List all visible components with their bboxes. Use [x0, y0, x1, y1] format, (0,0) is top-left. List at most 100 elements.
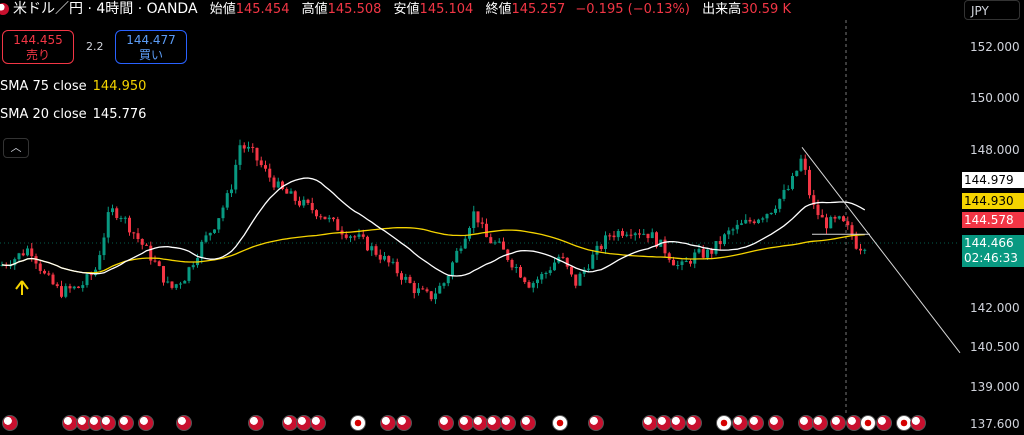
price-chart[interactable]	[0, 0, 1024, 435]
collapse-legend-button[interactable]: ︿	[3, 138, 29, 158]
candle-body	[514, 267, 518, 269]
candle-body	[650, 232, 654, 239]
candle-body	[599, 245, 603, 250]
us-event-flag-icon[interactable]	[310, 415, 326, 431]
candle-body	[480, 222, 484, 224]
us-event-flag-icon[interactable]	[670, 415, 686, 431]
candle-body	[170, 281, 174, 288]
candle-body	[701, 249, 705, 258]
symbol-title[interactable]: 米ドル／円 · 4時間 · OANDA	[13, 1, 198, 17]
candle-body	[710, 249, 714, 254]
candle-body	[718, 241, 722, 245]
candle-body	[174, 284, 178, 288]
us-event-flag-icon[interactable]	[2, 415, 18, 431]
candle-body	[536, 279, 539, 284]
candle-body	[204, 235, 208, 242]
candle-body	[680, 261, 684, 265]
candle-body	[208, 232, 212, 236]
us-event-flag-icon[interactable]	[812, 415, 828, 431]
candle-body	[264, 165, 267, 169]
candle-body	[846, 221, 850, 226]
candle-body	[629, 234, 633, 236]
us-event-flag-icon[interactable]	[732, 415, 748, 431]
jp-event-flag-icon[interactable]	[350, 415, 366, 431]
price-tick: 148.000	[970, 143, 1020, 157]
candle-body	[64, 286, 68, 297]
candle-body	[187, 267, 191, 281]
candle-body	[740, 223, 743, 225]
sma20-legend[interactable]: SMA 20 close 145.776	[0, 107, 146, 122]
us-event-flag-icon[interactable]	[768, 415, 784, 431]
volume-label: 出来高	[702, 2, 742, 17]
us-event-flag-icon[interactable]	[396, 415, 412, 431]
us-event-flag-icon[interactable]	[588, 415, 604, 431]
jp-event-flag-icon[interactable]	[552, 415, 568, 431]
open-label: 始値	[209, 2, 236, 17]
candle-body	[383, 256, 386, 260]
us-event-flag-icon[interactable]	[748, 415, 764, 431]
sma75-legend[interactable]: SMA 75 close 144.950	[0, 79, 146, 94]
last-price-tag: 144.466 02:46:33	[962, 235, 1024, 267]
candle-body	[234, 164, 238, 190]
buy-button[interactable]: 144.477 買い	[115, 30, 187, 64]
candle-body	[791, 175, 794, 189]
candle-body	[574, 274, 578, 286]
candle-body	[646, 233, 650, 239]
candle-body	[472, 211, 476, 228]
us-event-flag-icon[interactable]	[500, 415, 516, 431]
buy-price: 144.477	[126, 33, 176, 47]
candle-body	[595, 245, 599, 255]
candle-body	[81, 285, 85, 288]
us-event-flag-icon[interactable]	[830, 415, 846, 431]
arrow-up-icon	[15, 280, 29, 295]
price-tick: 140.500	[970, 340, 1020, 354]
candle-body	[684, 261, 688, 263]
candle-body	[378, 254, 382, 260]
us-event-flag-icon[interactable]	[686, 415, 702, 431]
candle-body	[374, 246, 378, 255]
us-event-flag-icon[interactable]	[100, 415, 116, 431]
jp-event-flag-icon[interactable]	[860, 415, 876, 431]
candle-body	[153, 260, 157, 262]
candle-body	[837, 216, 841, 219]
us-event-flag-icon[interactable]	[118, 415, 134, 431]
candle-body	[213, 229, 216, 233]
us-event-flag-icon[interactable]	[910, 415, 926, 431]
candle-body	[434, 293, 437, 300]
sell-price: 144.455	[13, 33, 63, 47]
candle-body	[327, 217, 331, 220]
sma20-value: 145.776	[92, 107, 147, 122]
candle-body	[183, 280, 187, 284]
sell-label: 売り	[25, 48, 50, 62]
candle-body	[366, 236, 369, 251]
candle-body	[774, 208, 777, 213]
candle-body	[123, 217, 127, 219]
candle-body	[408, 276, 412, 283]
candle-body	[98, 255, 102, 270]
us-event-flag-icon[interactable]	[248, 415, 264, 431]
us-event-flag-icon[interactable]	[176, 415, 192, 431]
last-price-value: 144.466	[964, 236, 1014, 250]
candle-body	[527, 282, 531, 288]
jp-event-flag-icon[interactable]	[716, 415, 732, 431]
candle-body	[106, 212, 110, 238]
sma75-value: 144.950	[92, 79, 147, 94]
candle-body	[51, 274, 55, 285]
candle-body	[225, 193, 229, 208]
us-event-flag-icon[interactable]	[380, 415, 396, 431]
candle-body	[816, 204, 820, 216]
us-event-flag-icon[interactable]	[876, 415, 892, 431]
candle-body	[191, 265, 195, 268]
us-event-flag-icon[interactable]	[438, 415, 454, 431]
us-event-flag-icon[interactable]	[520, 415, 536, 431]
us-event-flag-icon[interactable]	[138, 415, 154, 431]
candle-body	[782, 189, 786, 199]
candle-body	[77, 286, 80, 288]
candle-body	[302, 199, 306, 206]
candle-body	[497, 241, 501, 243]
candle-body	[778, 198, 782, 209]
candle-body	[391, 261, 395, 263]
sell-button[interactable]: 144.455 売り	[2, 30, 74, 64]
candle-body	[162, 266, 165, 283]
candle-body	[442, 283, 446, 286]
